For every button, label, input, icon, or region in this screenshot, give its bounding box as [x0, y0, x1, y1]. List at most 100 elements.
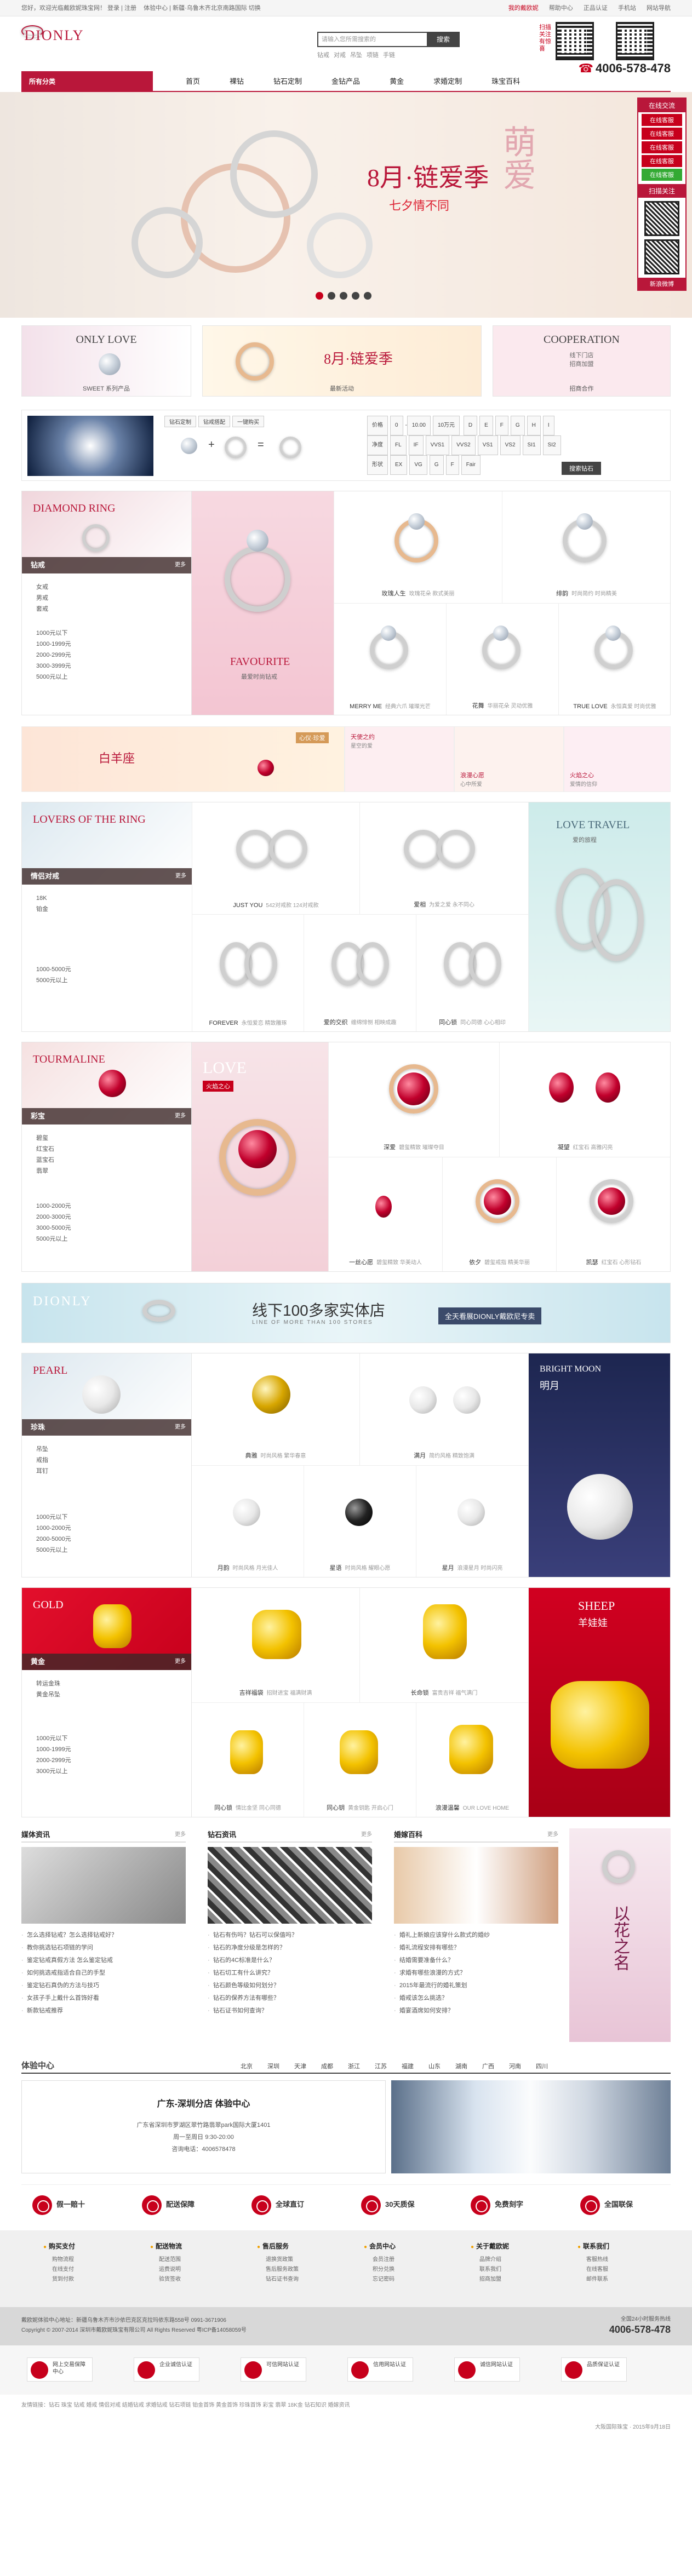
cut-option[interactable]: Fair [461, 455, 481, 475]
city-tab[interactable]: 湖南 [455, 2063, 467, 2070]
logo[interactable]: DIONLY [21, 25, 87, 60]
footer-link[interactable]: 购物流程 [43, 2255, 136, 2265]
hot-keyword[interactable]: 手链 [383, 52, 395, 59]
category-link[interactable]: 吊坠 [36, 1444, 177, 1454]
nav-item[interactable]: 珠宝百科 [491, 71, 520, 92]
news-link[interactable]: 女孩子手上戴什么首饰好看 [21, 1992, 186, 2005]
city-tab[interactable]: 江苏 [375, 2063, 387, 2070]
carousel-dot[interactable] [327, 292, 335, 300]
filter-tab[interactable]: 一键购买 [232, 416, 264, 427]
product-card[interactable]: 爱相 为爱之爱 永不同心 [360, 802, 529, 915]
price-link[interactable]: 5000元以上 [36, 1234, 177, 1244]
footer-link[interactable]: 品牌介绍 [471, 2255, 564, 2265]
color-option[interactable]: F [495, 416, 508, 435]
product-card[interactable]: 浪漫温馨 OUR LOVE HOME [416, 1703, 529, 1817]
footer-link[interactable]: 货到付款 [43, 2275, 136, 2285]
price-link[interactable]: 1000元以下 [36, 1734, 177, 1743]
price-link[interactable]: 1000-5000元 [36, 965, 178, 974]
product-card[interactable]: 凝望 红宝石 高雅闪亮 [500, 1042, 670, 1157]
top-link[interactable]: 网站导航 [647, 5, 671, 12]
news-link[interactable]: 求婚有哪些浪漫的方式？ [394, 1967, 558, 1980]
price-link[interactable]: 3000-3999元 [36, 661, 177, 671]
price-link[interactable]: 1000-2000元 [36, 1523, 177, 1533]
city-tab[interactable]: 成都 [321, 2063, 333, 2070]
news-link[interactable]: 婚戒该怎么挑选？ [394, 1992, 558, 2005]
nav-item[interactable]: 首页 [186, 71, 200, 92]
search-input[interactable]: 请输入您所需搜索的 [317, 32, 427, 47]
city-tab[interactable]: 天津 [294, 2063, 306, 2070]
color-option[interactable]: D [463, 416, 478, 435]
cut-option[interactable]: EX [390, 455, 408, 475]
news-link[interactable]: 结婚需要准备什么？ [394, 1954, 558, 1967]
friend-links-text[interactable]: 友情链接：钻石 珠宝 钻戒 婚戒 情侣对戒 结婚钻戒 求婚钻戒 钻石项链 铂金首… [21, 2400, 671, 2411]
news-link[interactable]: 教你挑选钻石项链的学问 [21, 1942, 186, 1954]
feature-card[interactable]: FAVOURITE 最爱时尚钻戒 [192, 491, 334, 715]
price-link[interactable]: 2000-5000元 [36, 1534, 177, 1544]
more-link[interactable]: 更多 [175, 868, 186, 885]
news-link[interactable]: 鉴定钻戒真假方法 怎么鉴定钻戒 [21, 1954, 186, 1967]
clarity-option[interactable]: VS2 [500, 435, 521, 455]
feature-card[interactable]: BRIGHT MOON 明月 [529, 1353, 670, 1577]
city-tab[interactable]: 福建 [402, 2063, 414, 2070]
news-link[interactable]: 婚宴酒席如何安排？ [394, 2005, 558, 2017]
footer-link[interactable]: 邮件联系 [577, 2275, 671, 2285]
news-link[interactable]: 钻石证书如何查询？ [208, 2005, 372, 2017]
product-card[interactable]: 月韵 时尚风格 月光佳人 [192, 1466, 304, 1577]
product-card[interactable]: TRUE LOVE 永恒真爱 时尚优雅 [559, 604, 670, 715]
diamond-search-button[interactable]: 搜索钻石 [562, 462, 601, 475]
price-link[interactable]: 2000-2999元 [36, 1755, 177, 1765]
product-card[interactable]: 典雅 时尚风格 繁华春意 [192, 1353, 360, 1466]
product-card[interactable]: 同心钥 黄金钥匙 开启心门 [304, 1703, 416, 1817]
product-card[interactable]: FOREVER 永恒爱恋 精致雕琢 [192, 915, 304, 1031]
carousel-dot[interactable] [351, 292, 359, 300]
footer-link[interactable]: 积分兑换 [364, 2265, 457, 2275]
news-link[interactable]: 鉴定钻石真伪的方法与技巧 [21, 1980, 186, 1992]
news-image[interactable] [208, 1847, 372, 1924]
category-link[interactable]: 女戒 [36, 582, 177, 592]
product-card[interactable]: 绯韵 时尚简约 时尚精美 [502, 491, 670, 604]
footer-link[interactable]: 钻石证书查询 [257, 2275, 350, 2285]
hot-keyword[interactable]: 钻戒 [317, 52, 329, 59]
price-link[interactable]: 1000元以下 [36, 1512, 177, 1522]
price-min-input[interactable]: 0 [390, 416, 403, 435]
trust-badge[interactable]: 企业诚信认证 [134, 2357, 199, 2382]
product-card[interactable]: 深爱 碧玺精致 璀璨夺目 [329, 1042, 500, 1157]
weibo-link[interactable]: 新浪微博 [638, 278, 685, 290]
news-link[interactable]: 钻石的保养方法有哪些？ [208, 1992, 372, 2005]
product-card[interactable]: JUST YOU 542对戒款 124对戒款 [192, 802, 360, 915]
category-menu-button[interactable]: 所有分类 [21, 71, 153, 92]
price-link[interactable]: 5000元以上 [36, 976, 178, 985]
more-link[interactable]: 更多 [547, 1828, 558, 1841]
product-card[interactable]: 同心锁 情比金坚 同心同德 [192, 1703, 304, 1817]
floor-header[interactable]: TOURMALINE 彩宝 更多 [22, 1042, 191, 1125]
floor-header[interactable]: LOVERS OF THE RING 情侣对戒 更多 [22, 802, 192, 885]
trust-badge[interactable]: 诚信网站认证 [454, 2357, 520, 2382]
product-card[interactable]: 花舞 华丽花朵 灵动优雅 [447, 604, 559, 715]
online-service-button[interactable]: 在线客服 [642, 155, 682, 167]
filter-tab[interactable]: 钻石定制 [164, 416, 196, 427]
nav-item[interactable]: 求婚定制 [433, 71, 462, 92]
product-card[interactable]: 星月 浪漫星月 时尚闪亮 [416, 1466, 529, 1577]
search-button[interactable]: 搜索 [427, 32, 460, 47]
city-tab[interactable]: 山东 [428, 2063, 441, 2070]
trust-badge[interactable]: 信用网站认证 [347, 2357, 413, 2382]
clarity-option[interactable]: FL [390, 435, 407, 455]
product-card[interactable]: 吉祥福袋 招财进宝 福满财满 [192, 1588, 360, 1703]
footer-link[interactable]: 招商加盟 [471, 2275, 564, 2285]
more-link[interactable]: 更多 [175, 1108, 186, 1125]
hot-keyword[interactable]: 对戒 [334, 52, 346, 59]
category-link[interactable]: 红宝石 [36, 1144, 177, 1154]
category-link[interactable]: 铂金 [36, 904, 178, 914]
floor-header[interactable]: GOLD 黄金 更多 [22, 1588, 191, 1670]
clarity-option[interactable]: VS1 [477, 435, 498, 455]
mid-banner[interactable]: 白羊座 心仪·珍爱 [21, 726, 345, 792]
footer-link[interactable]: 退换货政策 [257, 2255, 350, 2265]
cut-option[interactable]: F [445, 455, 459, 475]
mid-banner[interactable]: 火焰之心 爱情的信仰 [564, 726, 671, 792]
cut-option[interactable]: G [429, 455, 444, 475]
product-card[interactable]: 依夕 碧玺戒指 精美华丽 [443, 1157, 557, 1271]
footer-link[interactable]: 售后服务政策 [257, 2265, 350, 2275]
product-card[interactable]: 长命锁 富贵吉祥 福气满门 [360, 1588, 529, 1703]
more-link[interactable]: 更多 [175, 1419, 186, 1436]
floor-header[interactable]: PEARL 珍珠 更多 [22, 1353, 191, 1436]
